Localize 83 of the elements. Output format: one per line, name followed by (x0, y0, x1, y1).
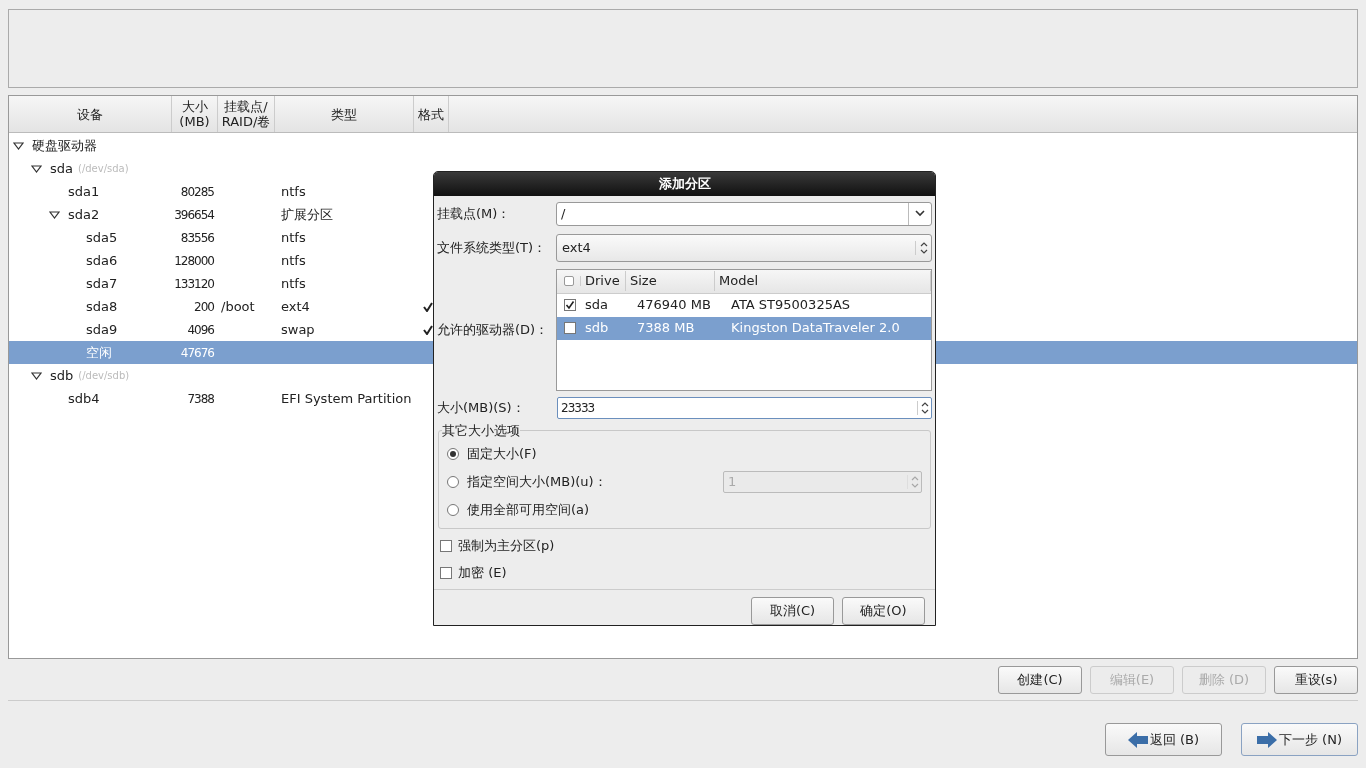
option-label: 指定空间大小(MB)(u)： (467, 473, 607, 492)
column-header[interactable]: Model (715, 271, 931, 291)
size-cell-text: 476940 MB (636, 296, 712, 315)
spin-arrows-icon[interactable] (920, 400, 929, 415)
type-cell: swap (281, 321, 315, 337)
column-header[interactable]: 大小 (MB) (172, 96, 218, 132)
radio-button[interactable] (447, 448, 459, 460)
mount-cell: /boot (221, 298, 255, 314)
size-cell-text: 128000 (174, 252, 214, 270)
device-name[interactable]: sda (50, 158, 73, 179)
size-cell-text: 396654 (174, 206, 214, 224)
type-cell: ext4 (281, 298, 310, 314)
back-button[interactable]: 返回 (B) (1105, 723, 1222, 756)
type-cell: ntfs (281, 229, 306, 245)
drive-cell-text: sda (584, 296, 609, 315)
device-name[interactable]: sdb4 (68, 388, 100, 409)
space-spin-field: 1 (723, 471, 922, 493)
size-cell-text: 200 (194, 298, 214, 316)
type-cell: ntfs (281, 275, 306, 291)
model-cell-text: Kingston DataTraveler 2.0 (731, 319, 900, 338)
option-label: 使用全部可用空间(a) (467, 501, 590, 520)
checkbox[interactable] (564, 322, 576, 334)
size-cell-text: 133120 (174, 275, 214, 293)
model-cell-text: ATA ST9500325AS (731, 296, 851, 315)
mount-point-combo[interactable]: / (556, 201, 932, 226)
type-cell: ntfs (281, 252, 306, 268)
checkbox-label: 强制为主分区(p) (458, 536, 555, 555)
device-path: (/dev/sdb) (78, 369, 130, 383)
size-cell-text: 80285 (180, 183, 214, 201)
device-name[interactable]: sdb (50, 365, 74, 386)
device-name[interactable]: sda5 (86, 227, 118, 248)
type-cell: ntfs (281, 183, 306, 199)
device-name[interactable]: sda1 (68, 181, 100, 202)
header-checkbox[interactable] (563, 276, 574, 286)
checkbox[interactable] (440, 566, 452, 579)
field-label: 挂载点(M)： (437, 204, 512, 223)
dialog-title: 添加分区 (434, 172, 935, 196)
column-header[interactable]: 类型 (275, 96, 414, 132)
action-button[interactable]: 创建(C) (998, 666, 1082, 694)
device-name[interactable]: sda6 (86, 250, 118, 271)
column-header[interactable]: Drive (581, 271, 626, 291)
field-label: 大小(MB)(S)： (437, 398, 526, 417)
column-header[interactable]: 设备 (9, 96, 172, 132)
device-name[interactable]: sda2 (68, 204, 100, 225)
spin-arrows-icon[interactable] (919, 240, 928, 255)
dialog-button[interactable]: 确定(O) (842, 597, 925, 625)
group-title: 其它大小选项 (442, 421, 520, 440)
radio-button[interactable] (447, 476, 459, 488)
size-cell-text: 4096 (187, 321, 214, 339)
device-name[interactable]: 硬盘驱动器 (32, 135, 97, 156)
dialog-button[interactable]: 取消(C) (751, 597, 834, 625)
right-arrow-icon (1257, 731, 1277, 748)
size-cell-text: 83556 (180, 229, 214, 247)
size-cell-text: 7388 (187, 390, 214, 408)
expander-down-icon[interactable] (31, 371, 42, 380)
expander-down-icon[interactable] (49, 210, 60, 219)
device-name[interactable]: sda7 (86, 273, 118, 294)
checkbox[interactable] (564, 299, 576, 311)
expander-down-icon[interactable] (13, 141, 24, 150)
field-label: 文件系统类型(T)： (437, 238, 548, 257)
column-header[interactable]: 挂载点/ RAID/卷 (218, 96, 275, 132)
radio-button[interactable] (447, 504, 459, 516)
drive-row[interactable]: sda 476940 MB ATA ST9500325AS (557, 293, 931, 317)
left-arrow-icon (1127, 731, 1148, 748)
device-name[interactable]: sda9 (86, 319, 118, 340)
checkbox[interactable] (440, 539, 452, 552)
size-spin-field[interactable]: 23333 (557, 396, 932, 419)
device-name[interactable]: sda8 (86, 296, 118, 317)
field-label: 允许的驱动器(D)： (437, 320, 550, 339)
filesystem-select[interactable]: ext4 (556, 233, 932, 262)
type-cell: EFI System Partition (281, 390, 412, 406)
size-cell-text: 47676 (180, 344, 214, 362)
column-header[interactable]: Size (626, 271, 715, 291)
action-button[interactable]: 重设(s) (1274, 666, 1358, 694)
size-cell-text: 7388 MB (636, 319, 696, 338)
next-button[interactable]: 下一步 (N) (1241, 723, 1358, 756)
drive-cell-text: sdb (584, 319, 610, 338)
checkbox-label: 加密 (E) (458, 563, 507, 582)
column-header[interactable]: 格式 (414, 96, 449, 132)
expander-down-icon[interactable] (31, 164, 42, 173)
type-cell: 扩展分区 (281, 206, 333, 222)
device-path: (/dev/sda) (78, 162, 129, 176)
option-label: 固定大小(F) (467, 445, 537, 464)
